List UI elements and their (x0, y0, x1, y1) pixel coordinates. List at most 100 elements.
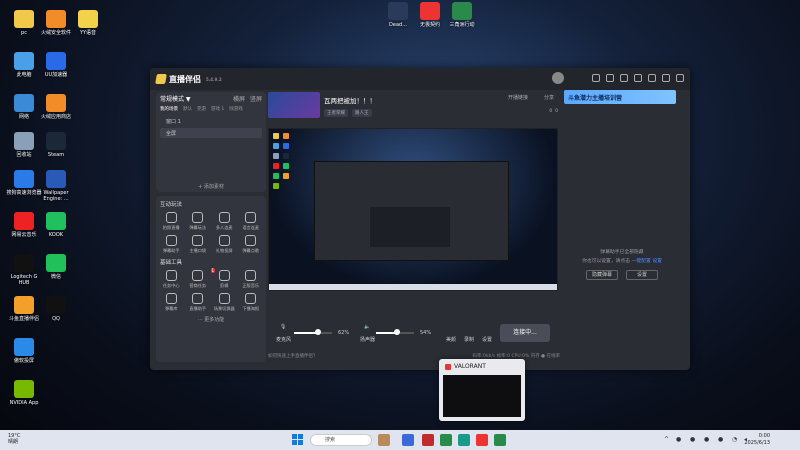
taskbar-app-icon[interactable] (422, 434, 434, 446)
minimize-icon[interactable] (648, 74, 656, 82)
desktop-icon[interactable]: 斗鱼直播伴侣 (6, 296, 42, 322)
hide-danmaku-button[interactable]: 隐藏弹幕 (586, 270, 618, 280)
speaker-icon[interactable]: 🔈 (364, 324, 370, 330)
tray-icon[interactable]: ● (690, 436, 695, 443)
desktop-icon[interactable]: 回收站 (6, 132, 42, 158)
tool-button[interactable]: 正版音乐 (238, 270, 265, 289)
danmaku-settings-button[interactable]: 设置 (626, 270, 658, 280)
tray-icon[interactable]: ● (676, 436, 681, 443)
settings-button[interactable]: 设置 (482, 336, 492, 343)
stream-cover[interactable] (268, 92, 320, 118)
close-icon[interactable] (676, 74, 684, 82)
tab-game-1[interactable]: 游戏 1 (211, 106, 224, 112)
tab-default[interactable]: 默认 (183, 106, 192, 112)
category-tag[interactable]: 王者荣耀 (324, 109, 348, 117)
desktop-icon[interactable]: 三角洲行动 (444, 2, 480, 28)
landscape-toggle[interactable]: 横屏 (233, 96, 245, 103)
desktop-icon[interactable]: 傲软投屏 (6, 338, 42, 364)
desktop-icon[interactable]: Logitech G HUB (6, 254, 42, 286)
tray-icon[interactable]: ● (718, 436, 723, 443)
record-button[interactable]: 录制 (464, 336, 474, 343)
desktop-icon[interactable]: Wallpaper Engine: ... (38, 170, 74, 202)
desktop-icon[interactable]: 此电脑 (6, 52, 42, 78)
tool-button[interactable]: 主播口袋 (185, 235, 212, 254)
desktop-icon[interactable]: 网易云音乐 (6, 212, 42, 238)
category-tag[interactable]: 路人王 (352, 109, 372, 117)
menu-icon[interactable] (634, 74, 642, 82)
start-stream-button[interactable]: 连接中... (500, 324, 550, 342)
add-material-button[interactable]: + 添加素材 (156, 183, 266, 190)
taskbar-app-icon[interactable] (458, 434, 470, 446)
popup-thumbnail[interactable] (443, 375, 521, 417)
taskbar-app-icon[interactable] (378, 434, 390, 446)
desktop-icon[interactable]: pc (6, 10, 42, 36)
desktop-icon[interactable]: 无畏契约 (412, 2, 448, 28)
tool-button[interactable]: 剪辑 (211, 270, 238, 289)
system-clock[interactable]: 0:00 2025/6/13 (744, 433, 770, 447)
desktop-icon[interactable]: Steam (38, 132, 74, 158)
scene-item[interactable]: 窗口 1 (160, 116, 262, 126)
desktop-icon[interactable]: YY语音 (70, 10, 106, 36)
desktop-icon[interactable]: Dead... (380, 2, 416, 28)
tool-button[interactable]: 任务中心 (158, 270, 185, 289)
tool-button[interactable]: 弹幕助手 (158, 235, 185, 254)
stream-preview[interactable] (268, 128, 558, 291)
share-button[interactable]: 分享 (544, 94, 554, 101)
desktop-icon[interactable]: 微信 (38, 254, 74, 280)
desktop-icon[interactable]: NVIDIA App (6, 380, 42, 406)
message-icon[interactable] (592, 74, 600, 82)
desktop-icon[interactable]: UU加速器 (38, 52, 74, 78)
tool-button[interactable]: 礼物投屏 (211, 235, 238, 254)
tool-button[interactable]: 多人连麦 (211, 212, 238, 231)
tool-button[interactable]: 营商任务 1 (185, 268, 216, 289)
tool-button[interactable]: 场景切换器 (211, 293, 238, 312)
tool-button[interactable]: 弹幕库 (158, 293, 185, 312)
weather-widget[interactable]: 19°C 晴朗 (8, 433, 20, 445)
headset-icon[interactable] (606, 74, 614, 82)
mic-volume-slider[interactable] (294, 332, 332, 334)
open-link-button[interactable]: 开播链接 (508, 94, 528, 101)
tool-button[interactable]: 语言连麦 (238, 212, 265, 231)
network-icon[interactable]: ◔ (732, 436, 737, 443)
microphone-icon[interactable]: 🎙 (280, 324, 286, 330)
desktop-icon[interactable]: 火绒安全软件 (38, 10, 74, 36)
portrait-toggle[interactable]: 竖屏 (250, 96, 262, 103)
more-features-button[interactable]: ··· 更多功能 (156, 316, 266, 323)
tool-button[interactable]: 弹幕玩法 (185, 212, 212, 231)
taskbar-app-icon[interactable] (440, 434, 452, 446)
mode-select[interactable]: 常规模式 ▼ (160, 94, 191, 103)
one-click-config-link[interactable]: 一键配置 (632, 259, 651, 264)
speaker-slider-knob[interactable] (393, 329, 400, 335)
tab-my-scenes[interactable]: 我的场景 (160, 106, 178, 112)
scene-item[interactable]: 全屏 (160, 128, 262, 138)
avatar[interactable] (552, 72, 564, 84)
desktop-icon-label: 火绒应用商店 (40, 114, 71, 120)
settings-link[interactable]: 设置 (652, 259, 662, 264)
promo-banner[interactable]: 斗鱼潜力主播培训营 (564, 90, 676, 104)
help-link[interactable]: 如何快速上手直播伴侣？ (268, 353, 318, 359)
stream-title[interactable]: 瓦两把被加！！！ (324, 95, 376, 105)
taskbar-app-icon[interactable] (494, 434, 506, 446)
desktop-icon[interactable]: KOOK (38, 212, 74, 238)
tab-game-done[interactable]: 完游 (197, 106, 206, 112)
desktop-icon[interactable]: 网络 (6, 94, 42, 120)
gear-icon[interactable] (620, 74, 628, 82)
taskbar-preview-popup[interactable]: VALORANT (439, 359, 525, 421)
valorant-taskbar-icon[interactable] (476, 434, 488, 446)
tray-chevron-icon[interactable]: ^ (664, 436, 669, 443)
desktop-icon[interactable]: QQ (38, 296, 74, 322)
mic-slider-knob[interactable] (314, 329, 321, 335)
maximize-icon[interactable] (662, 74, 670, 82)
desktop-icon[interactable]: 火绒应用商店 (38, 94, 74, 120)
taskbar-search[interactable]: 搜索 (310, 434, 372, 446)
tray-icon[interactable]: ● (704, 436, 709, 443)
tool-button[interactable]: 弹幕点歌 (238, 235, 265, 254)
tab-other[interactable]: 除游戏 (229, 106, 243, 112)
desktop-icon[interactable]: 搜狗高速浏览器 (6, 170, 42, 196)
tool-button[interactable]: 拍照直播 (158, 212, 185, 231)
beauty-button[interactable]: 美颜 (446, 336, 456, 343)
windows-start-icon[interactable] (292, 434, 304, 446)
file-explorer-icon[interactable] (402, 434, 414, 446)
tool-button[interactable]: 直播助手 (185, 293, 212, 312)
tool-button[interactable]: 下播海报 (238, 293, 265, 312)
